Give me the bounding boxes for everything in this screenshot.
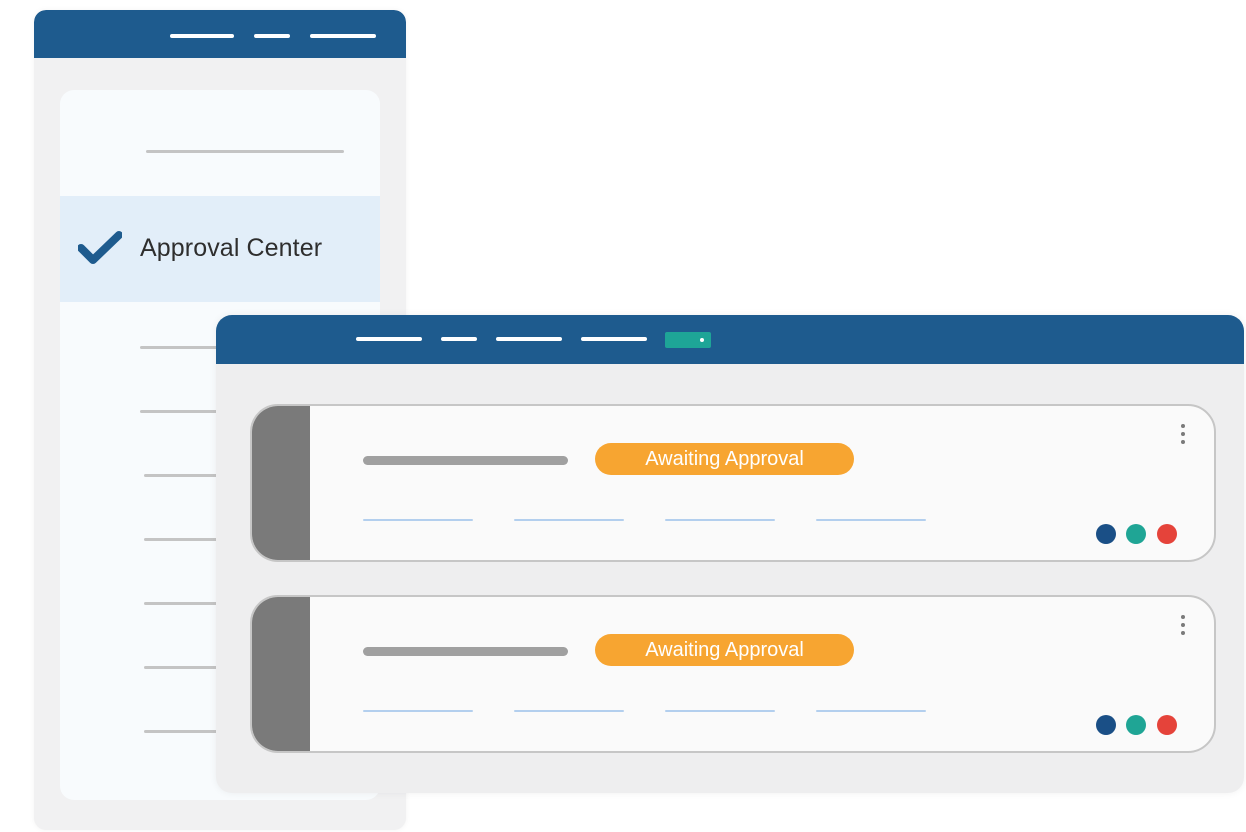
check-icon <box>78 231 122 264</box>
record-title <box>363 647 568 656</box>
sidebar-item-approval-center[interactable]: Approval Center <box>60 196 380 302</box>
nav-item[interactable] <box>356 337 422 341</box>
mobile-header-line <box>310 34 376 38</box>
record-field-link[interactable] <box>816 710 926 712</box>
record-field-link[interactable] <box>665 519 775 521</box>
status-badge: Awaiting Approval <box>595 443 854 475</box>
status-dot-red[interactable] <box>1157 715 1177 735</box>
record-field-link[interactable] <box>816 519 926 521</box>
kebab-menu-icon[interactable] <box>1180 424 1186 450</box>
mobile-header-line <box>170 34 234 38</box>
nav-item[interactable] <box>581 337 647 341</box>
record-field-link[interactable] <box>514 710 624 712</box>
status-dot-navy[interactable] <box>1096 524 1116 544</box>
mobile-header-line <box>254 34 290 38</box>
status-dot-red[interactable] <box>1157 524 1177 544</box>
status-dot-navy[interactable] <box>1096 715 1116 735</box>
sidebar-item[interactable] <box>146 150 344 153</box>
header-action-button[interactable] <box>665 332 711 348</box>
record-field-link[interactable] <box>514 519 624 521</box>
card-stripe <box>252 406 310 560</box>
status-badge: Awaiting Approval <box>595 634 854 666</box>
action-icon <box>700 338 704 342</box>
kebab-menu-icon[interactable] <box>1180 615 1186 641</box>
record-field-link[interactable] <box>363 710 473 712</box>
sidebar-item-label: Approval Center <box>140 234 323 262</box>
approval-record-card[interactable]: Awaiting Approval <box>250 595 1216 753</box>
status-dot-teal[interactable] <box>1126 524 1146 544</box>
approval-record-card[interactable]: Awaiting Approval <box>250 404 1216 562</box>
record-field-link[interactable] <box>363 519 473 521</box>
mobile-header <box>34 10 406 58</box>
record-title <box>363 456 568 465</box>
nav-item[interactable] <box>496 337 562 341</box>
nav-item[interactable] <box>441 337 477 341</box>
card-stripe <box>252 597 310 751</box>
record-field-link[interactable] <box>665 710 775 712</box>
status-dot-teal[interactable] <box>1126 715 1146 735</box>
approval-window: Awaiting Approval Awaiting Approval <box>216 315 1244 793</box>
window-header <box>216 315 1244 364</box>
